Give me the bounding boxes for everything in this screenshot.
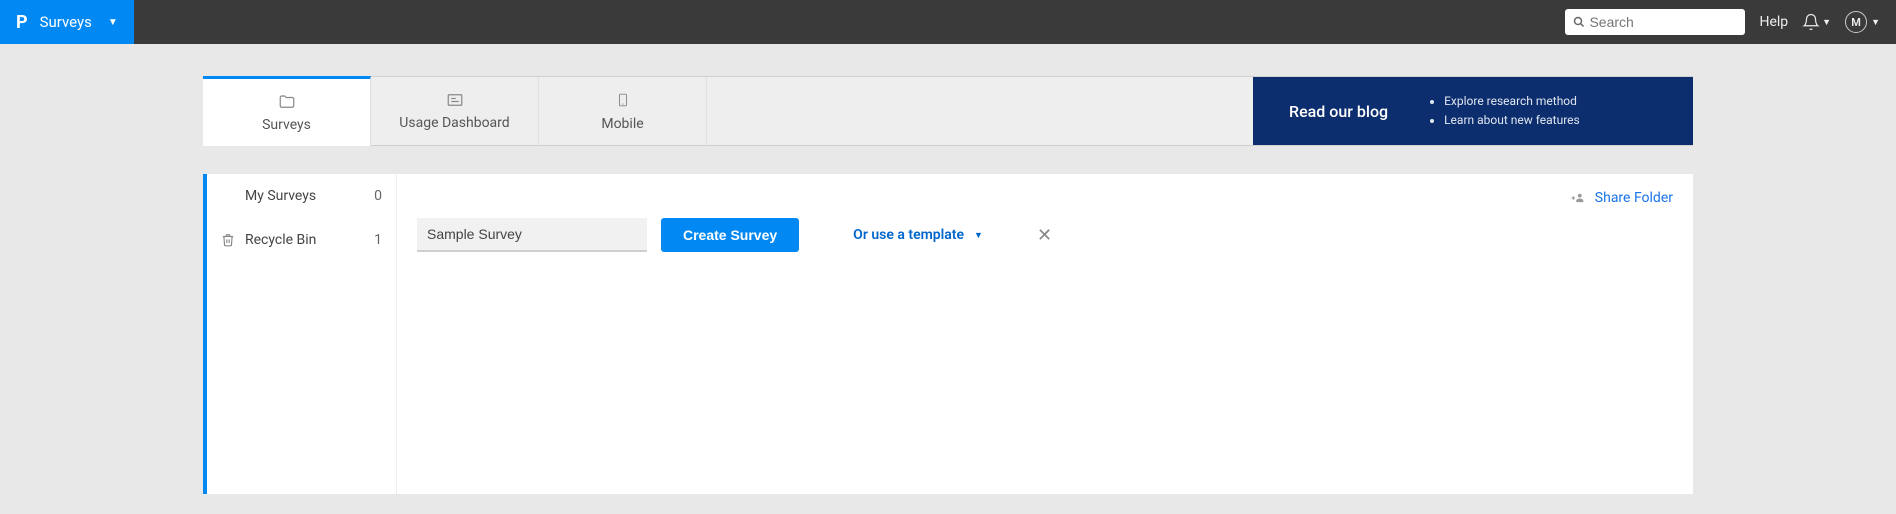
toolbar: Share Folder — [417, 186, 1673, 214]
dashboard-icon — [444, 91, 466, 109]
user-menu[interactable]: M ▼ — [1845, 11, 1880, 33]
sidebar-item-label: My Surveys — [245, 188, 316, 204]
search-input[interactable] — [1589, 14, 1737, 30]
mobile-icon — [616, 90, 630, 110]
survey-name-input[interactable] — [417, 218, 647, 252]
sidebar-item-count: 1 — [374, 232, 382, 248]
close-icon[interactable]: ✕ — [1037, 225, 1052, 246]
logo-letter: P — [16, 12, 30, 33]
trash-icon — [221, 233, 237, 247]
brand-label: Surveys — [40, 13, 92, 31]
topbar-right: Help ▼ M ▼ — [1549, 0, 1896, 44]
page-content: Surveys Usage Dashboard Mobile Read our … — [203, 44, 1693, 494]
help-link[interactable]: Help — [1759, 14, 1788, 30]
topbar: P Surveys ▼ Help ▼ M ▼ — [0, 0, 1896, 44]
sidebar-item-recycle-bin[interactable]: Recycle Bin 1 — [207, 218, 396, 262]
search-field[interactable] — [1565, 9, 1745, 35]
tab-usage-dashboard[interactable]: Usage Dashboard — [371, 77, 539, 145]
blog-promo[interactable]: Read our blog Explore research method Le… — [1253, 77, 1693, 145]
sidebar-item-my-surveys[interactable]: My Surveys 0 — [207, 174, 396, 218]
folder-icon — [276, 93, 298, 111]
tab-mobile[interactable]: Mobile — [539, 77, 707, 145]
tabs-row: Surveys Usage Dashboard Mobile Read our … — [203, 76, 1693, 146]
promo-list: Explore research method Learn about new … — [1428, 92, 1580, 130]
brand-dropdown[interactable]: P Surveys ▼ — [0, 0, 134, 44]
bell-icon — [1802, 13, 1820, 31]
share-folder-label: Share Folder — [1595, 190, 1673, 206]
promo-item: Explore research method — [1444, 92, 1580, 111]
chevron-down-icon: ▼ — [1822, 17, 1831, 28]
person-add-icon — [1569, 191, 1587, 205]
chevron-down-icon: ▼ — [108, 17, 118, 28]
create-survey-button[interactable]: Create Survey — [661, 218, 799, 252]
search-icon — [1573, 16, 1585, 28]
tab-surveys[interactable]: Surveys — [203, 76, 371, 146]
promo-item: Learn about new features — [1444, 111, 1580, 130]
sidebar: My Surveys 0 Recycle Bin 1 — [207, 174, 397, 494]
create-survey-row: Create Survey Or use a template ▼ ✕ — [417, 218, 1673, 252]
main-area: Share Folder Create Survey Or use a temp… — [397, 174, 1693, 494]
avatar: M — [1845, 11, 1867, 33]
sidebar-item-label: Recycle Bin — [245, 232, 316, 248]
main-panel: My Surveys 0 Recycle Bin 1 Share Folder — [203, 174, 1693, 494]
notifications-menu[interactable]: ▼ — [1802, 13, 1831, 31]
promo-title: Read our blog — [1289, 102, 1388, 121]
sidebar-item-count: 0 — [374, 188, 382, 204]
share-folder-button[interactable]: Share Folder — [1569, 190, 1673, 206]
use-template-link[interactable]: Or use a template ▼ — [853, 227, 983, 243]
chevron-down-icon: ▼ — [1871, 17, 1880, 28]
chevron-down-icon: ▼ — [974, 230, 983, 241]
